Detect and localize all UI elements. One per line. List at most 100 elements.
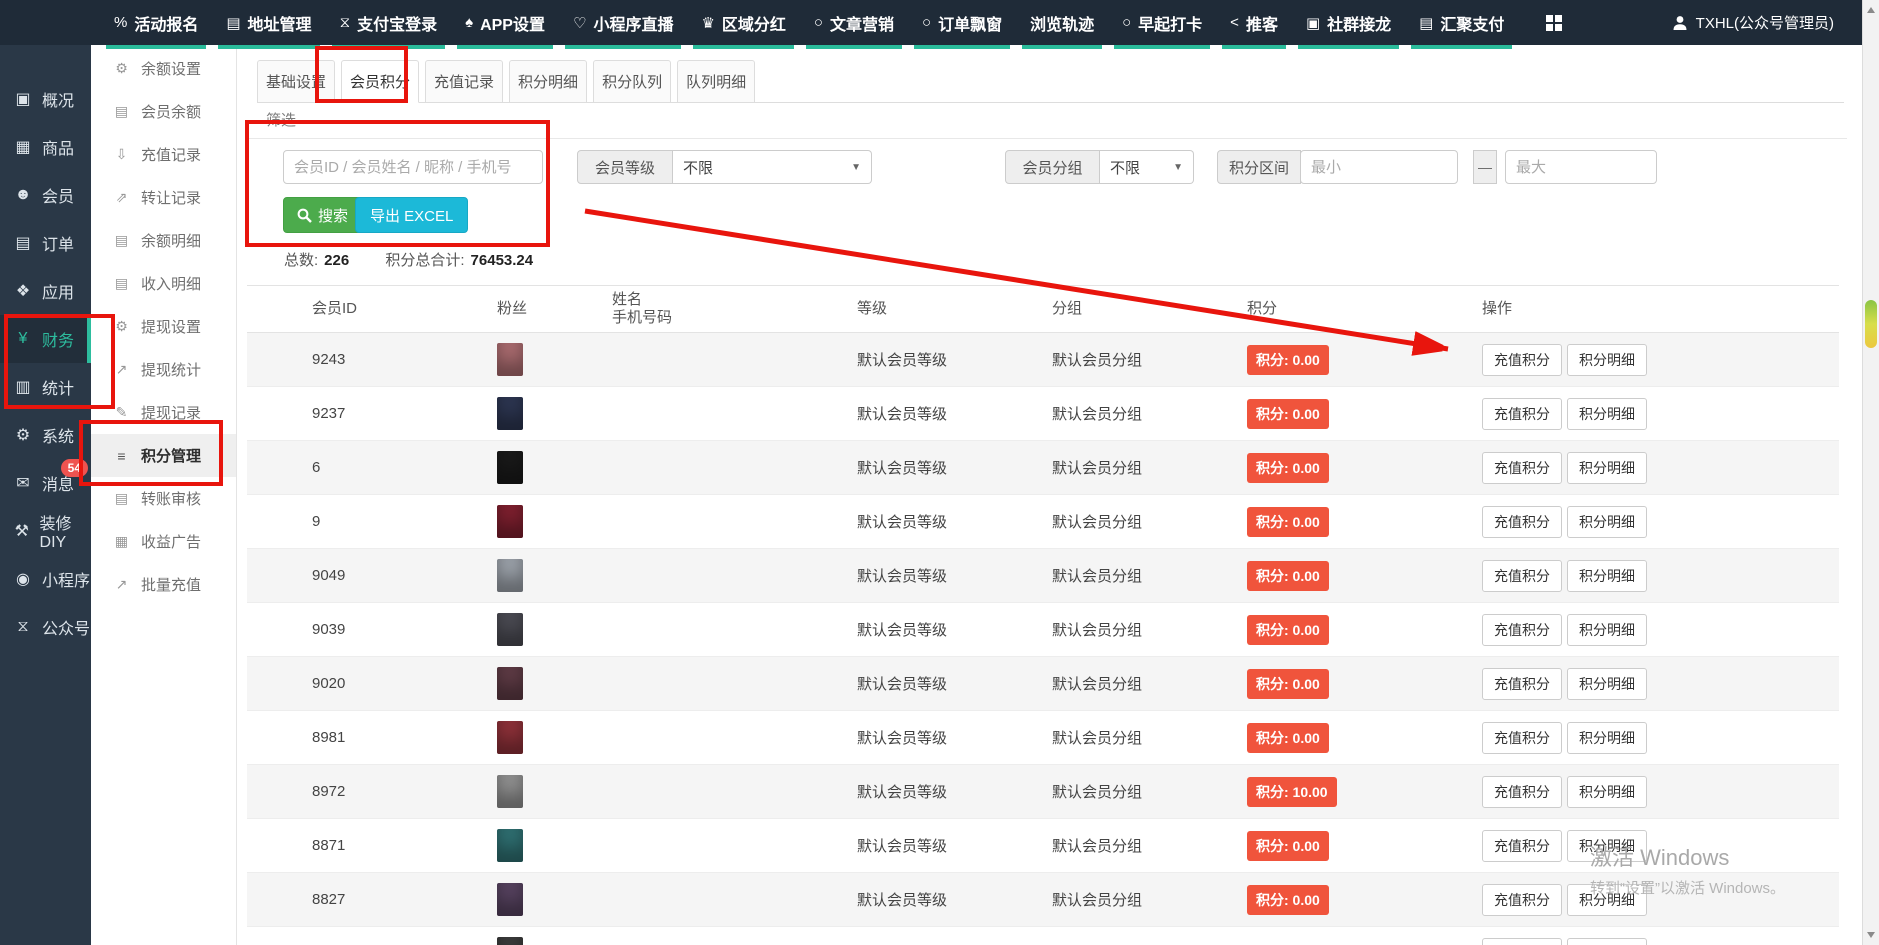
points-detail-button[interactable]: 积分明细: [1567, 560, 1647, 592]
submenu-item-提现设置[interactable]: ⚙提现设置: [91, 305, 236, 348]
points-detail-button[interactable]: 积分明细: [1567, 884, 1647, 916]
submenu-item-收入明细[interactable]: ▤收入明细: [91, 262, 236, 305]
sidebar-item-公众号[interactable]: ⧖公众号: [0, 603, 91, 651]
tab-积分明细[interactable]: 积分明细: [509, 60, 587, 103]
top-nav-item[interactable]: ▣社群接龙: [1292, 0, 1405, 45]
sidebar-item-label: 系统: [42, 423, 74, 447]
sidebar-item-财务[interactable]: ¥财务: [0, 315, 91, 363]
top-nav-item[interactable]: %活动报名: [100, 0, 212, 45]
sidebar-item-装修DIY[interactable]: ⚒装修DIY: [0, 507, 91, 555]
points-detail-button[interactable]: 积分明细: [1567, 938, 1647, 945]
sidebar-item-订单[interactable]: ▤订单: [0, 219, 91, 267]
member-group-select[interactable]: 不限 ▼: [1100, 150, 1194, 184]
scroll-up-icon[interactable]: [1867, 7, 1875, 13]
points-detail-button[interactable]: 积分明细: [1567, 344, 1647, 376]
sidebar-item-统计[interactable]: ▥统计: [0, 363, 91, 411]
top-nav-item[interactable]: ♛区域分红: [687, 0, 799, 45]
submenu-item-会员余额[interactable]: ▤会员余额: [91, 90, 236, 133]
member-points-cell: 积分: 0.00: [1247, 885, 1482, 915]
scrollbar-thumb[interactable]: [1865, 300, 1877, 348]
tab-基础设置[interactable]: 基础设置: [257, 60, 335, 103]
top-nav-item[interactable]: ○文章营销: [800, 0, 908, 45]
user-menu[interactable]: TXHL(公众号管理员): [1672, 12, 1834, 33]
keyword-input[interactable]: [283, 150, 543, 184]
points-badge: 积分: 0.00: [1247, 345, 1329, 375]
sidebar-item-应用[interactable]: ❖应用: [0, 267, 91, 315]
top-nav-item[interactable]: ▤地址管理: [212, 0, 325, 45]
recharge-points-button[interactable]: 充值积分: [1482, 830, 1562, 862]
sidebar-item-小程序[interactable]: ◉小程序: [0, 555, 91, 603]
chart-icon: ↗: [113, 361, 130, 378]
submenu-item-提现统计[interactable]: ↗提现统计: [91, 348, 236, 391]
points-badge: 积分: 0.00: [1247, 831, 1329, 861]
recharge-points-button[interactable]: 充值积分: [1482, 344, 1562, 376]
member-points-cell: 积分: 0.00: [1247, 507, 1482, 537]
tab-充值记录[interactable]: 充值记录: [425, 60, 503, 103]
points-detail-button[interactable]: 积分明细: [1567, 830, 1647, 862]
points-max-input[interactable]: [1505, 150, 1657, 184]
points-badge: 积分: 0.00: [1247, 399, 1329, 429]
member-points-cell: 积分: 0.00: [1247, 723, 1482, 753]
submenu-item-余额明细[interactable]: ▤余额明细: [91, 219, 236, 262]
top-nav-item[interactable]: ○早起打卡: [1108, 0, 1216, 45]
member-avatar: [497, 397, 523, 430]
submenu-item-充值记录[interactable]: ⇩充值记录: [91, 133, 236, 176]
recharge-points-button[interactable]: 充值积分: [1482, 398, 1562, 430]
top-nav-item[interactable]: ♡小程序直播: [559, 0, 687, 45]
member-points-cell: 积分: 0.00: [1247, 831, 1482, 861]
top-nav-item[interactable]: ▤汇聚支付: [1405, 0, 1518, 45]
sidebar-item-商品[interactable]: ▦商品: [0, 123, 91, 171]
member-avatar: [497, 613, 523, 646]
page-scrollbar[interactable]: [1862, 0, 1879, 945]
points-detail-button[interactable]: 积分明细: [1567, 614, 1647, 646]
submenu-item-转让记录[interactable]: ⇗转让记录: [91, 176, 236, 219]
chevron-down-icon: ▼: [1173, 162, 1183, 173]
tab-会员积分[interactable]: 会员积分: [341, 60, 419, 103]
recharge-points-button[interactable]: 充值积分: [1482, 506, 1562, 538]
top-nav-item[interactable]: 浏览轨迹: [1016, 0, 1108, 45]
top-nav-item[interactable]: ⧖支付宝登录: [326, 0, 452, 45]
screen: %活动报名▤地址管理⧖支付宝登录♠APP设置♡小程序直播♛区域分红○文章营销○订…: [0, 0, 1879, 945]
tab-队列明细[interactable]: 队列明细: [677, 60, 755, 103]
sidebar-item-概况[interactable]: ▣概况: [0, 75, 91, 123]
submenu-item-转账审核[interactable]: ▤转账审核: [91, 477, 236, 520]
top-nav-item[interactable]: ○订单飘窗: [908, 0, 1016, 45]
sidebar-item-消息[interactable]: ✉消息54: [0, 459, 91, 507]
points-detail-button[interactable]: 积分明细: [1567, 776, 1647, 808]
submenu-item-余额设置[interactable]: ⚙余额设置: [91, 47, 236, 90]
member-avatar-cell: [497, 829, 612, 862]
export-excel-button[interactable]: 导出 EXCEL: [355, 197, 468, 233]
submenu-item-收益广告[interactable]: ▦收益广告: [91, 520, 236, 563]
points-detail-button[interactable]: 积分明细: [1567, 452, 1647, 484]
apps-grid-icon[interactable]: [1546, 15, 1562, 31]
recharge-points-button[interactable]: 充值积分: [1482, 452, 1562, 484]
sidebar-item-系统[interactable]: ⚙系统: [0, 411, 91, 459]
sidebar-item-会员[interactable]: ☻会员: [0, 171, 91, 219]
points-detail-button[interactable]: 积分明细: [1567, 722, 1647, 754]
points-detail-button[interactable]: 积分明细: [1567, 668, 1647, 700]
recharge-points-button[interactable]: 充值积分: [1482, 938, 1562, 945]
recharge-points-button[interactable]: 充值积分: [1482, 884, 1562, 916]
submenu-item-积分管理[interactable]: ≡积分管理: [91, 434, 236, 477]
points-detail-button[interactable]: 积分明细: [1567, 506, 1647, 538]
recharge-points-button[interactable]: 充值积分: [1482, 776, 1562, 808]
member-id: 9039: [247, 621, 497, 638]
member-points-cell: 积分: 0.00: [1247, 561, 1482, 591]
member-level-select[interactable]: 不限 ▼: [673, 150, 872, 184]
recharge-points-button[interactable]: 充值积分: [1482, 668, 1562, 700]
recharge-points-button[interactable]: 充值积分: [1482, 722, 1562, 754]
points-min-input[interactable]: [1300, 150, 1458, 184]
column-header: 积分: [1247, 300, 1482, 318]
submenu-item-提现记录[interactable]: ✎提现记录: [91, 391, 236, 434]
recharge-points-button[interactable]: 充值积分: [1482, 614, 1562, 646]
summary-stats: 总数:226 积分总合计:76453.24: [284, 249, 533, 270]
top-nav-item[interactable]: ♠APP设置: [451, 0, 559, 45]
points-badge: 积分: 0.00: [1247, 723, 1329, 753]
scroll-down-icon[interactable]: [1867, 932, 1875, 938]
submenu-item-批量充值[interactable]: ↗批量充值: [91, 563, 236, 606]
points-detail-button[interactable]: 积分明细: [1567, 398, 1647, 430]
search-button[interactable]: 搜索: [283, 197, 362, 233]
recharge-points-button[interactable]: 充值积分: [1482, 560, 1562, 592]
top-nav-item[interactable]: <推客: [1216, 0, 1292, 45]
tab-积分队列[interactable]: 积分队列: [593, 60, 671, 103]
